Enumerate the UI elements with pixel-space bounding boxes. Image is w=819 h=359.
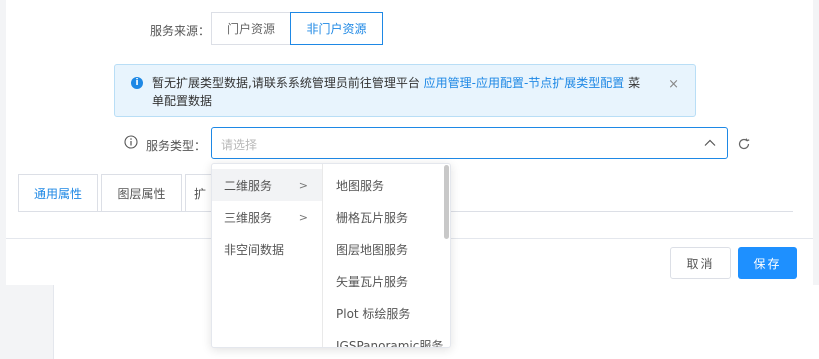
- cascader-item-2d[interactable]: 二维服务 >: [212, 169, 322, 201]
- service-source-label: 服务来源：: [150, 24, 211, 38]
- cascader-subitem[interactable]: 图层地图服务: [324, 233, 450, 265]
- tab-general[interactable]: 通用属性: [18, 174, 98, 212]
- cascader-subitem[interactable]: 矢量瓦片服务: [324, 265, 450, 297]
- source-option-non-portal[interactable]: 非门户资源: [290, 12, 383, 45]
- cascader-subitem[interactable]: 地图服务: [324, 169, 450, 201]
- alert-text: 暂无扩展类型数据,请联系系统管理员前往管理平台 应用管理-应用配置-节点扩展类型…: [152, 74, 652, 110]
- service-type-select[interactable]: 请选择: [211, 127, 728, 159]
- info-alert: i 暂无扩展类型数据,请联系系统管理员前往管理平台 应用管理-应用配置-节点扩展…: [114, 64, 696, 117]
- service-type-placeholder: 请选择: [221, 138, 258, 152]
- cascader-item-label: 非空间数据: [224, 242, 285, 257]
- save-button[interactable]: 保存: [738, 247, 797, 279]
- cascader-item-nonspatial[interactable]: 非空间数据: [212, 233, 322, 265]
- tab-layer[interactable]: 图层属性: [101, 174, 182, 212]
- cascader-item-3d[interactable]: 三维服务 >: [212, 201, 322, 233]
- question-circle-icon[interactable]: [124, 135, 138, 149]
- cascader-dropdown: 二维服务 > 三维服务 > 非空间数据 地图服务 栅格瓦片服务 图层地图服务 矢…: [211, 163, 451, 348]
- cascader-scrollbar[interactable]: [444, 165, 449, 239]
- cascader-subitem[interactable]: Plot 标绘服务: [324, 297, 450, 329]
- cancel-button[interactable]: 取消: [670, 247, 731, 279]
- cascader-subitem[interactable]: 栅格瓦片服务: [324, 201, 450, 233]
- alert-text-before: 暂无扩展类型数据,请联系系统管理员前往管理平台: [152, 76, 424, 90]
- chevron-right-icon: >: [298, 178, 308, 192]
- alert-config-link[interactable]: 应用管理-应用配置-节点扩展类型配置: [424, 76, 625, 90]
- cascader-level1: 二维服务 > 三维服务 > 非空间数据: [212, 164, 323, 347]
- chevron-up-icon: [704, 139, 716, 146]
- info-icon: i: [131, 77, 143, 89]
- source-option-portal[interactable]: 门户资源: [211, 12, 291, 45]
- cascader-item-label: 三维服务: [224, 210, 273, 225]
- cascader-item-label: 二维服务: [224, 178, 273, 193]
- service-type-label: 服务类型：: [146, 139, 207, 153]
- refresh-icon[interactable]: [737, 137, 751, 151]
- cascader-subitem[interactable]: IGSPanoramic服务: [324, 329, 450, 348]
- chevron-right-icon: >: [298, 210, 308, 224]
- close-icon[interactable]: ×: [668, 77, 679, 92]
- cascader-level2: 地图服务 栅格瓦片服务 图层地图服务 矢量瓦片服务 Plot 标绘服务 IGSP…: [324, 164, 450, 348]
